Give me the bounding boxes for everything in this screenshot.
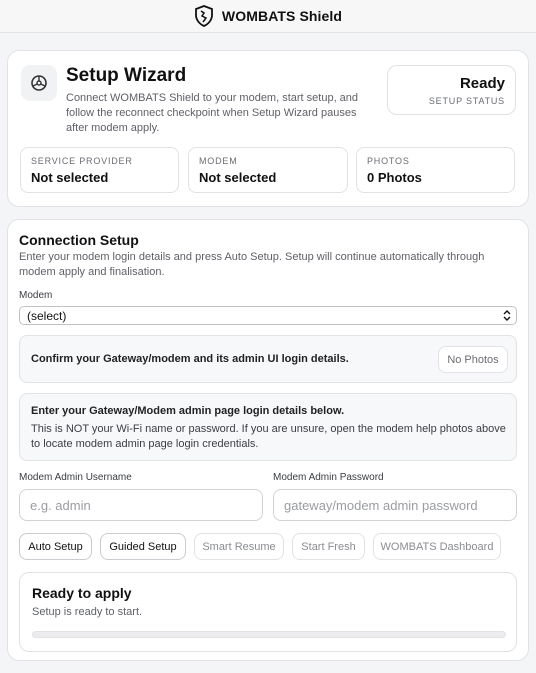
password-label: Modem Admin Password (273, 472, 384, 483)
shield-icon (194, 5, 214, 27)
setup-wizard-card: Setup Wizard Connect WOMBATS Shield to y… (7, 50, 529, 207)
modem-select-label: Modem (19, 290, 53, 301)
guided-setup-button[interactable]: Guided Setup (100, 533, 186, 560)
password-input[interactable]: gateway/modem admin password (273, 489, 517, 521)
stat-value: Not selected (31, 170, 109, 185)
username-label: Modem Admin Username (19, 472, 132, 483)
chevron-updown-icon (502, 309, 512, 322)
stat-modem: MODEM Not selected (188, 147, 348, 193)
setup-status-value: Ready (459, 75, 505, 92)
stat-label: MODEM (199, 156, 238, 166)
app-title: WOMBATS Shield (221, 8, 343, 24)
ready-title: Ready to apply (32, 585, 132, 601)
page-title: Setup Wizard (66, 65, 187, 86)
ready-panel: Ready to apply Setup is ready to start. (19, 572, 517, 652)
start-fresh-button[interactable]: Start Fresh (292, 533, 365, 560)
dashboard-button[interactable]: WOMBATS Dashboard (373, 533, 501, 560)
stat-value: 0 Photos (367, 170, 422, 185)
confirm-text: Confirm your Gateway/modem and its admin… (31, 353, 349, 365)
ready-subtitle: Setup is ready to start. (32, 606, 143, 618)
login-info-body: This is NOT your Wi-Fi name or password.… (31, 423, 506, 450)
stat-label: SERVICE PROVIDER (31, 156, 133, 166)
modem-select[interactable]: (select) (19, 306, 517, 325)
setup-status-label: SETUP STATUS (428, 96, 505, 106)
steering-wheel-icon (21, 65, 57, 101)
section-title: Connection Setup (19, 232, 139, 248)
stat-label: PHOTOS (367, 156, 410, 166)
stat-value: Not selected (199, 170, 277, 185)
login-info-panel: Enter your Gateway/Modem admin page logi… (19, 393, 517, 461)
modem-select-value: (select) (27, 309, 67, 323)
username-placeholder: e.g. admin (30, 498, 91, 513)
username-input[interactable]: e.g. admin (19, 489, 263, 521)
login-info-title: Enter your Gateway/Modem admin page logi… (31, 405, 345, 417)
confirm-panel: Confirm your Gateway/modem and its admin… (19, 335, 517, 383)
auto-setup-button[interactable]: Auto Setup (19, 533, 92, 560)
section-subtitle: Enter your modem login details and press… (19, 251, 485, 278)
setup-progress-bar (32, 631, 506, 638)
page-description: Connect WOMBATS Shield to your modem, st… (66, 92, 359, 134)
connection-setup-card: Connection Setup Enter your modem login … (7, 219, 529, 661)
setup-status-box: Ready SETUP STATUS (387, 65, 516, 115)
stat-service-provider: SERVICE PROVIDER Not selected (20, 147, 179, 193)
no-photos-button[interactable]: No Photos (438, 346, 508, 373)
stat-photos: PHOTOS 0 Photos (356, 147, 515, 193)
smart-resume-button[interactable]: Smart Resume (194, 533, 284, 560)
password-placeholder: gateway/modem admin password (284, 498, 478, 513)
app-header: WOMBATS Shield (0, 0, 536, 33)
